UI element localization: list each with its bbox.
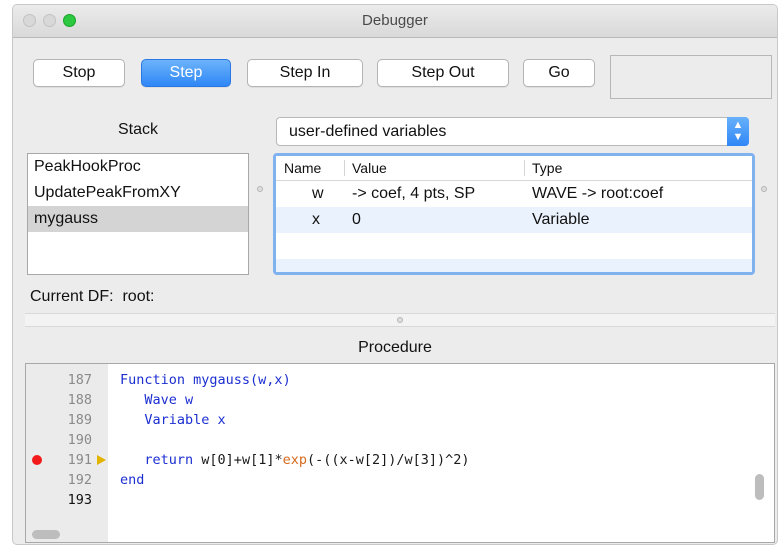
stack-item[interactable]: PeakHookProc <box>28 154 248 180</box>
table-row[interactable]: x 0 Variable <box>276 207 752 233</box>
current-df: Current DF: root: <box>30 288 154 306</box>
column-divider <box>344 160 345 176</box>
variable-name: x <box>312 211 320 228</box>
step-button[interactable]: Step <box>141 59 231 87</box>
splitter-handle[interactable] <box>761 186 767 192</box>
code-text: Variable x <box>120 412 226 428</box>
line-number: 193 <box>67 492 92 508</box>
code-line[interactable]: 191 return w[0]+w[1]*exp(-((x-w[2])/w[3]… <box>26 450 774 470</box>
table-row[interactable]: w -> coef, 4 pts, SP WAVE -> root:coef <box>276 181 752 207</box>
variables-table[interactable]: Name Value Type w -> coef, 4 pts, SP WAV… <box>273 153 755 275</box>
procedure-code-view[interactable]: 187 Function mygauss(w,x) 188 Wave w 189 Va… <box>25 363 775 543</box>
variables-dropdown[interactable]: user-defined variables ▲ ▼ <box>276 117 749 146</box>
variable-type: WAVE -> root:coef <box>532 185 664 202</box>
code-text: return w[0]+w[1]*exp(-((x-w[2])/w[3])^2) <box>144 452 470 468</box>
code-line[interactable]: 193 <box>26 490 774 510</box>
column-header-type[interactable]: Type <box>532 160 562 176</box>
code-text: end <box>120 472 145 488</box>
stack-item[interactable]: UpdatePeakFromXY <box>28 180 248 206</box>
stack-label: Stack <box>117 121 158 138</box>
code-line[interactable]: 190 <box>26 430 774 450</box>
window-title: Debugger <box>362 12 428 29</box>
code-text: Wave w <box>120 392 194 408</box>
procedure-label: Procedure <box>358 339 432 356</box>
code-text: Function mygauss(w,x) <box>120 372 291 388</box>
go-button[interactable]: Go <box>523 59 595 87</box>
vertical-scrollbar[interactable] <box>755 474 764 500</box>
variable-name: w <box>312 185 324 202</box>
line-number: 187 <box>67 372 92 388</box>
code-line[interactable]: 187 Function mygauss(w,x) <box>26 370 774 390</box>
horizontal-splitter[interactable] <box>25 313 775 327</box>
variable-value: -> coef, 4 pts, SP <box>352 185 476 202</box>
current-df-value: root: <box>122 288 155 305</box>
current-line-arrow-icon <box>97 455 106 465</box>
dropdown-value: user-defined variables <box>289 123 447 140</box>
splitter-handle[interactable] <box>397 317 403 323</box>
table-header: Name Value Type <box>276 156 752 181</box>
stack-list[interactable]: PeakHookProc UpdatePeakFromXY mygauss <box>27 153 249 275</box>
column-divider <box>524 160 525 176</box>
code-line[interactable]: 188 Wave w <box>26 390 774 410</box>
stack-item-selected[interactable]: mygauss <box>28 206 248 232</box>
column-header-value[interactable]: Value <box>352 160 387 176</box>
horizontal-scrollbar[interactable] <box>32 530 60 539</box>
current-df-label: Current DF: <box>30 288 114 305</box>
debugger-window: Debugger Stop Step Step In Step Out Go S… <box>12 4 778 545</box>
line-number: 188 <box>67 392 92 408</box>
variable-value: 0 <box>352 211 361 228</box>
line-number: 190 <box>67 432 92 448</box>
line-number: 191 <box>67 452 92 468</box>
status-box <box>610 55 772 99</box>
table-row-empty <box>276 259 752 272</box>
breakpoint-icon[interactable] <box>32 455 42 465</box>
chevron-updown-icon[interactable]: ▲ ▼ <box>727 117 749 146</box>
code-line[interactable]: 189 Variable x <box>26 410 774 430</box>
code-line[interactable]: 192 end <box>26 470 774 490</box>
stop-button[interactable]: Stop <box>33 59 125 87</box>
line-number: 189 <box>67 412 92 428</box>
column-header-name[interactable]: Name <box>284 160 321 176</box>
line-number: 192 <box>67 472 92 488</box>
step-in-button[interactable]: Step In <box>247 59 363 87</box>
step-out-button[interactable]: Step Out <box>377 59 509 87</box>
splitter-handle[interactable] <box>257 186 263 192</box>
variable-type: Variable <box>532 211 590 228</box>
title-bar[interactable]: Debugger <box>13 5 777 38</box>
